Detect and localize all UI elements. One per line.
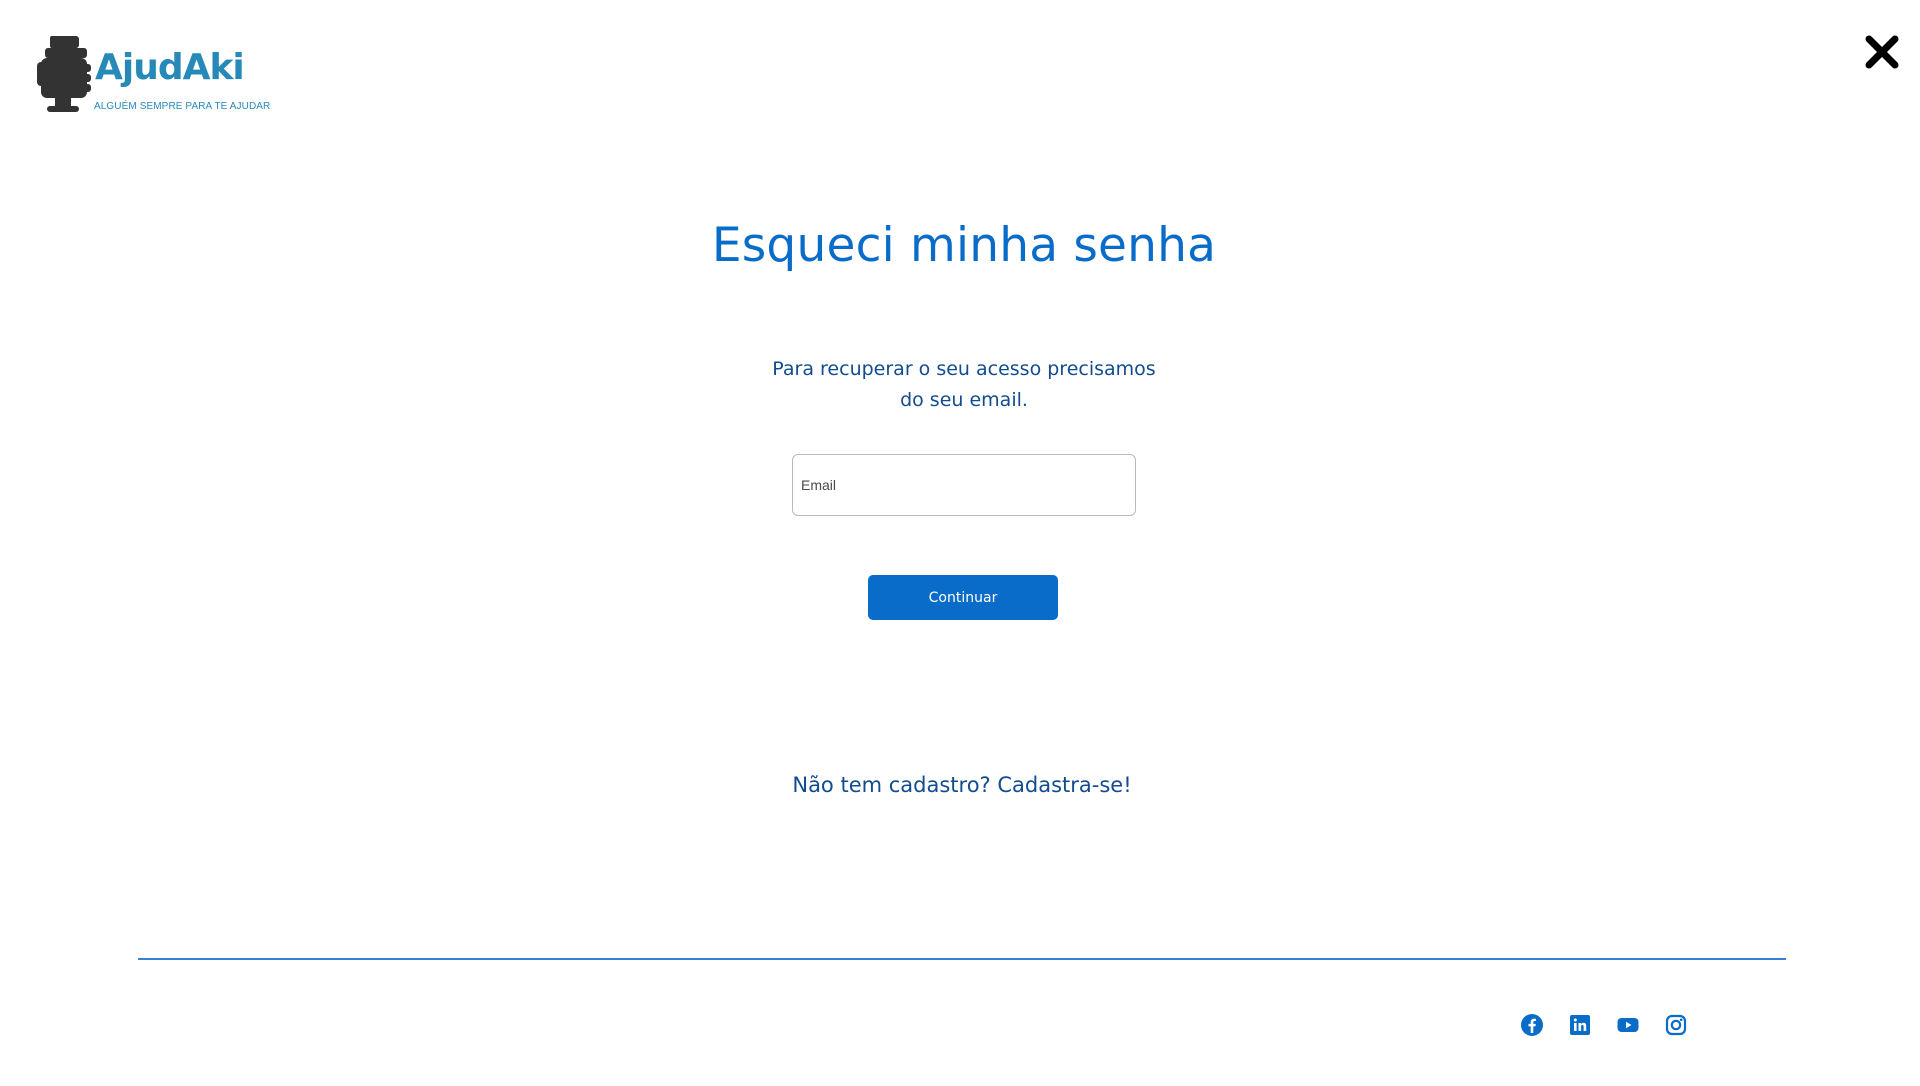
instagram-link[interactable] bbox=[1664, 1013, 1688, 1037]
instagram-icon bbox=[1665, 1014, 1687, 1036]
linkedin-link[interactable] bbox=[1568, 1013, 1592, 1037]
email-input[interactable] bbox=[793, 455, 1135, 515]
logo-tagline: ALGUÉM SEMPRE PARA TE AJUDAR bbox=[94, 101, 271, 112]
continue-button[interactable]: Continuar bbox=[868, 575, 1058, 620]
instructions-text: Para recuperar o seu acesso precisamos d… bbox=[772, 358, 1156, 411]
page-title: Esqueci minha senha bbox=[711, 218, 1217, 273]
facebook-link[interactable] bbox=[1520, 1013, 1544, 1037]
forgot-password-page: AjudAki ALGUÉM SEMPRE PARA TE AJUDAR Esq… bbox=[0, 0, 1920, 1086]
logo-name: AjudAki bbox=[95, 47, 245, 88]
youtube-link[interactable] bbox=[1616, 1013, 1640, 1037]
youtube-icon bbox=[1617, 1018, 1639, 1032]
signup-link[interactable]: Não tem cadastro? Cadastra-se! bbox=[0, 773, 1920, 797]
logo[interactable]: AjudAki ALGUÉM SEMPRE PARA TE AJUDAR bbox=[37, 36, 270, 122]
facebook-icon bbox=[1521, 1014, 1543, 1036]
email-field-container bbox=[792, 454, 1136, 516]
footer-divider bbox=[138, 958, 1786, 960]
close-icon bbox=[1865, 35, 1899, 69]
fist-icon bbox=[37, 36, 91, 112]
close-button[interactable] bbox=[1862, 32, 1902, 72]
linkedin-icon bbox=[1570, 1015, 1590, 1035]
